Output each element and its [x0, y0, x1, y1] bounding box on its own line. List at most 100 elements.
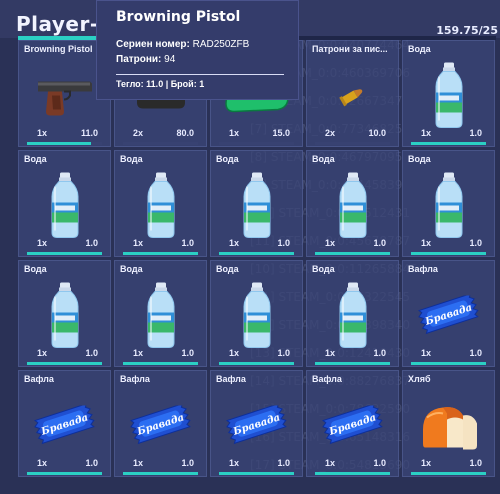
item-weight: 1.0: [85, 348, 98, 358]
wafer-icon: Бравада: [33, 402, 96, 450]
inventory-slot[interactable]: Вафла Бравада 1x 1.0: [114, 370, 207, 477]
item-weight: 1.0: [85, 238, 98, 248]
item-label: Вафла: [408, 264, 438, 274]
item-durability-bar: [123, 472, 198, 475]
item-label: Вафла: [120, 374, 150, 384]
item-label: Вафла: [312, 374, 342, 384]
inventory-slot[interactable]: Вода 1x 1.0: [402, 150, 495, 257]
inventory-slot[interactable]: Вафла Бравада 1x 1.0: [210, 370, 303, 477]
water-bottle-icon: [336, 282, 370, 353]
inventory-slot[interactable]: Вафла Бравада 1x 1.0: [402, 260, 495, 367]
item-durability-fill: [123, 362, 198, 365]
inventory-slot[interactable]: Хляб 1x 1.0: [402, 370, 495, 477]
item-durability-fill: [315, 252, 390, 255]
item-weight: 1.0: [85, 458, 98, 468]
item-weight: 1.0: [181, 238, 194, 248]
item-quantity: 2x: [133, 128, 144, 138]
inventory-slot[interactable]: Вода 1x 1.0: [114, 260, 207, 367]
inventory-slot[interactable]: Вафла Бравада 1x 1.0: [306, 370, 399, 477]
item-label: Browning Pistol: [24, 44, 93, 54]
bullet-icon: [338, 84, 368, 111]
water-bottle-icon: [240, 172, 274, 243]
item-quantity: 1x: [421, 348, 432, 358]
inventory-slot[interactable]: Вода 1x 1.0: [18, 150, 111, 257]
item-durability-bar: [123, 362, 198, 365]
item-durability-bar: [219, 142, 294, 145]
item-weight: 1.0: [469, 238, 482, 248]
item-durability-fill: [411, 252, 486, 255]
inventory-slot[interactable]: Вода 1x 1.0: [210, 150, 303, 257]
inventory-slot[interactable]: Вода 1x 1.0: [306, 260, 399, 367]
item-durability-fill: [219, 362, 294, 365]
item-quantity: 1x: [133, 458, 144, 468]
item-durability-bar: [315, 472, 390, 475]
item-weight: 1.0: [373, 348, 386, 358]
item-quantity: 1x: [37, 458, 48, 468]
item-quantity: 1x: [421, 128, 432, 138]
item-durability-bar: [123, 142, 198, 145]
item-label: Вода: [312, 154, 335, 164]
item-weight: 1.0: [373, 238, 386, 248]
item-label: Вода: [216, 264, 239, 274]
item-durability-bar: [315, 142, 390, 145]
item-durability-fill: [315, 362, 390, 365]
item-durability-bar: [411, 362, 486, 365]
inventory-slot[interactable]: Вода 1x 1.0: [210, 260, 303, 367]
item-weight: 1.0: [277, 238, 290, 248]
item-weight: 1.0: [181, 348, 194, 358]
item-quantity: 1x: [37, 128, 48, 138]
item-label: Вода: [312, 264, 335, 274]
inventory-slot[interactable]: Патрони за пис... 2x 10.0: [306, 40, 399, 147]
item-weight: 1.0: [277, 458, 290, 468]
item-durability-bar: [219, 362, 294, 365]
bread-icon: [417, 399, 481, 456]
item-durability-fill: [123, 252, 198, 255]
item-durability-bar: [27, 142, 102, 145]
water-bottle-icon: [336, 172, 370, 243]
item-quantity: 1x: [421, 458, 432, 468]
tooltip-footer: Тегло: 11.0 | Брой: 1: [116, 79, 205, 89]
tooltip-ammo: Патрони: 94: [116, 54, 175, 65]
item-durability-bar: [123, 252, 198, 255]
inventory-slot[interactable]: Вода 1x 1.0: [18, 260, 111, 367]
tooltip-ammo-label: Патрони:: [116, 54, 162, 65]
item-weight: 1.0: [469, 348, 482, 358]
item-tooltip: Browning Pistol Сериен номер: RAD250ZFB …: [96, 0, 299, 100]
water-bottle-icon: [144, 282, 178, 353]
tooltip-serial: Сериен номер: RAD250ZFB: [116, 39, 249, 50]
item-label: Патрони за пис...: [312, 44, 388, 54]
item-label: Вода: [408, 44, 431, 54]
tooltip-ammo-value: 94: [164, 54, 176, 65]
item-durability-fill: [27, 142, 91, 145]
item-weight: 1.0: [277, 348, 290, 358]
item-label: Вода: [120, 154, 143, 164]
item-durability-fill: [219, 472, 294, 475]
item-label: Хляб: [408, 374, 431, 384]
item-label: Вода: [216, 154, 239, 164]
inventory-slot[interactable]: Вафла Бравада 1x 1.0: [18, 370, 111, 477]
wafer-icon: Бравада: [129, 402, 192, 450]
item-durability-bar: [315, 362, 390, 365]
inventory-slot[interactable]: Вода 1x 1.0: [114, 150, 207, 257]
item-durability-bar: [411, 142, 486, 145]
item-durability-bar: [219, 252, 294, 255]
item-durability-bar: [411, 472, 486, 475]
item-quantity: 1x: [229, 348, 240, 358]
item-weight: 1.0: [469, 458, 482, 468]
tooltip-divider: [116, 74, 284, 75]
item-label: Вода: [24, 264, 47, 274]
item-quantity: 1x: [229, 458, 240, 468]
water-bottle-icon: [432, 62, 466, 133]
item-durability-fill: [411, 362, 486, 365]
item-durability-bar: [219, 472, 294, 475]
item-durability-fill: [315, 472, 390, 475]
item-durability-bar: [27, 472, 102, 475]
item-quantity: 1x: [37, 348, 48, 358]
inventory-slot[interactable]: Вода 1x 1.0: [306, 150, 399, 257]
inventory-slot[interactable]: Вода 1x 1.0: [402, 40, 495, 147]
water-bottle-icon: [240, 282, 274, 353]
pistol-icon: [34, 73, 96, 122]
water-bottle-icon: [48, 282, 82, 353]
water-bottle-icon: [432, 172, 466, 243]
item-quantity: 1x: [325, 238, 336, 248]
